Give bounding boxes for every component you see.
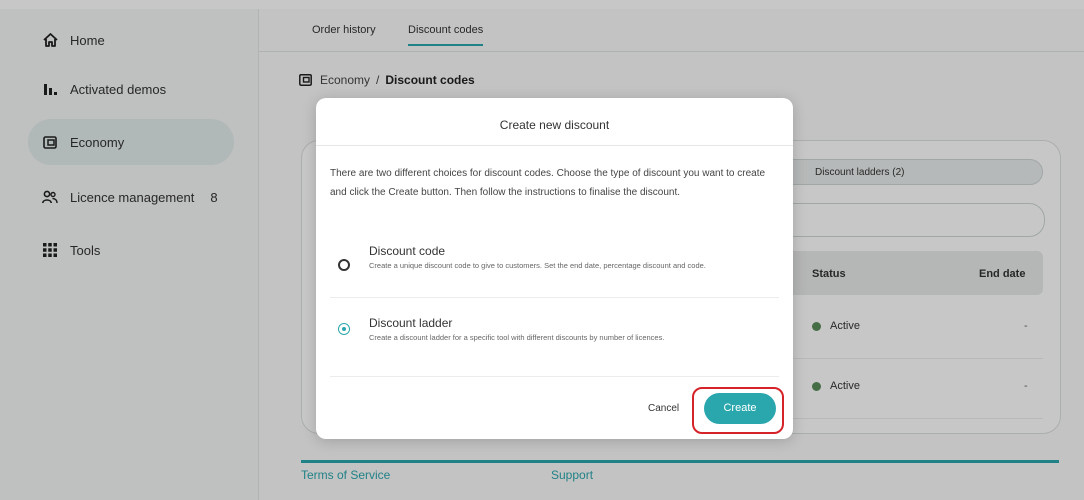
radio-discount-code[interactable] xyxy=(338,259,350,271)
option-description: Create a discount ladder for a specific … xyxy=(369,333,665,342)
divider xyxy=(316,145,793,146)
divider xyxy=(330,376,779,377)
option-description: Create a unique discount code to give to… xyxy=(369,261,706,270)
option-title: Discount code xyxy=(369,244,446,258)
option-title: Discount ladder xyxy=(369,316,453,330)
modal-title: Create new discount xyxy=(499,118,610,132)
cancel-button[interactable]: Cancel xyxy=(648,403,679,414)
divider xyxy=(330,297,779,298)
modal-description: There are two different choices for disc… xyxy=(330,168,766,198)
radio-discount-ladder[interactable] xyxy=(338,323,350,335)
highlight-annotation xyxy=(692,387,784,434)
